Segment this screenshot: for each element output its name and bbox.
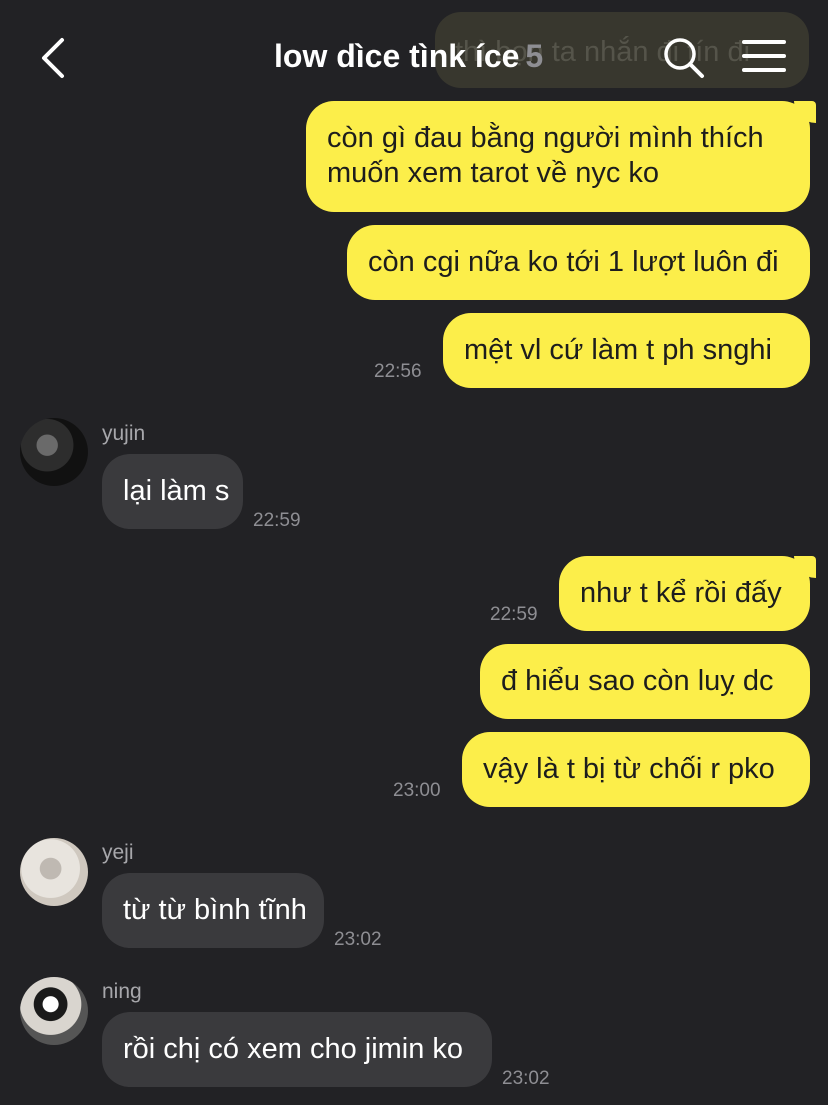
- search-button[interactable]: [662, 36, 706, 80]
- hamburger-icon: [742, 40, 786, 72]
- message-text: như t kể rồi đấy: [580, 577, 782, 609]
- message-text: từ từ bình tĩnh: [123, 894, 307, 926]
- sender-name: ning: [102, 980, 142, 1003]
- sender-name: yeji: [102, 841, 134, 864]
- search-icon: [664, 38, 704, 78]
- message-text: vậy là t bị từ chối r pko: [483, 753, 775, 785]
- message-text: lại làm s: [123, 475, 230, 507]
- message-text-line: còn gì đau bằng người mình thích: [327, 122, 764, 154]
- back-button[interactable]: [36, 36, 76, 80]
- my-message-bubble[interactable]: đ hiểu sao còn luỵ dc: [480, 644, 810, 719]
- my-message-bubble[interactable]: như t kể rồi đấy: [559, 556, 816, 631]
- my-message-bubble[interactable]: còn cgi nữa ko tới 1 lượt luôn đi: [347, 225, 810, 300]
- member-count: 5: [525, 38, 544, 74]
- my-message-bubble[interactable]: còn gì đau bằng người mình thích muốn xe…: [306, 101, 816, 212]
- menu-button[interactable]: [742, 40, 786, 76]
- avatar-ning[interactable]: [20, 977, 88, 1045]
- message-text: đ hiểu sao còn luỵ dc: [501, 665, 774, 697]
- message-timestamp: 22:59: [490, 604, 538, 625]
- avatar-yeji[interactable]: [20, 838, 88, 906]
- message-text: rồi chị có xem cho jimin ko: [123, 1033, 464, 1065]
- message-text: mệt vl cứ làm t ph snghi: [464, 334, 772, 366]
- their-message-bubble[interactable]: lại làm s: [102, 454, 243, 529]
- my-message-bubble[interactable]: vậy là t bị từ chối r pko: [462, 732, 810, 807]
- message-timestamp: 23:00: [393, 780, 441, 801]
- their-message-bubble[interactable]: từ từ bình tĩnh: [102, 873, 324, 948]
- message-text-line: muốn xem tarot về nyc ko: [327, 157, 660, 189]
- avatar-yujin[interactable]: [20, 418, 88, 486]
- sender-name: yujin: [102, 422, 146, 445]
- chat-title: low dìce tìnk íce 5: [274, 38, 543, 75]
- chat-name: low dìce tìnk íce: [274, 38, 520, 74]
- chevron-left-icon: [42, 38, 64, 78]
- message-timestamp: 23:02: [334, 929, 382, 950]
- message-timestamp: 23:02: [502, 1068, 550, 1089]
- their-message-bubble[interactable]: rồi chị có xem cho jimin ko: [102, 1012, 492, 1087]
- my-message-bubble[interactable]: mệt vl cứ làm t ph snghi: [443, 313, 810, 388]
- message-timestamp: 22:56: [374, 361, 422, 382]
- message-timestamp: 22:59: [253, 510, 301, 531]
- message-text: còn cgi nữa ko tới 1 lượt luôn đi: [368, 246, 779, 278]
